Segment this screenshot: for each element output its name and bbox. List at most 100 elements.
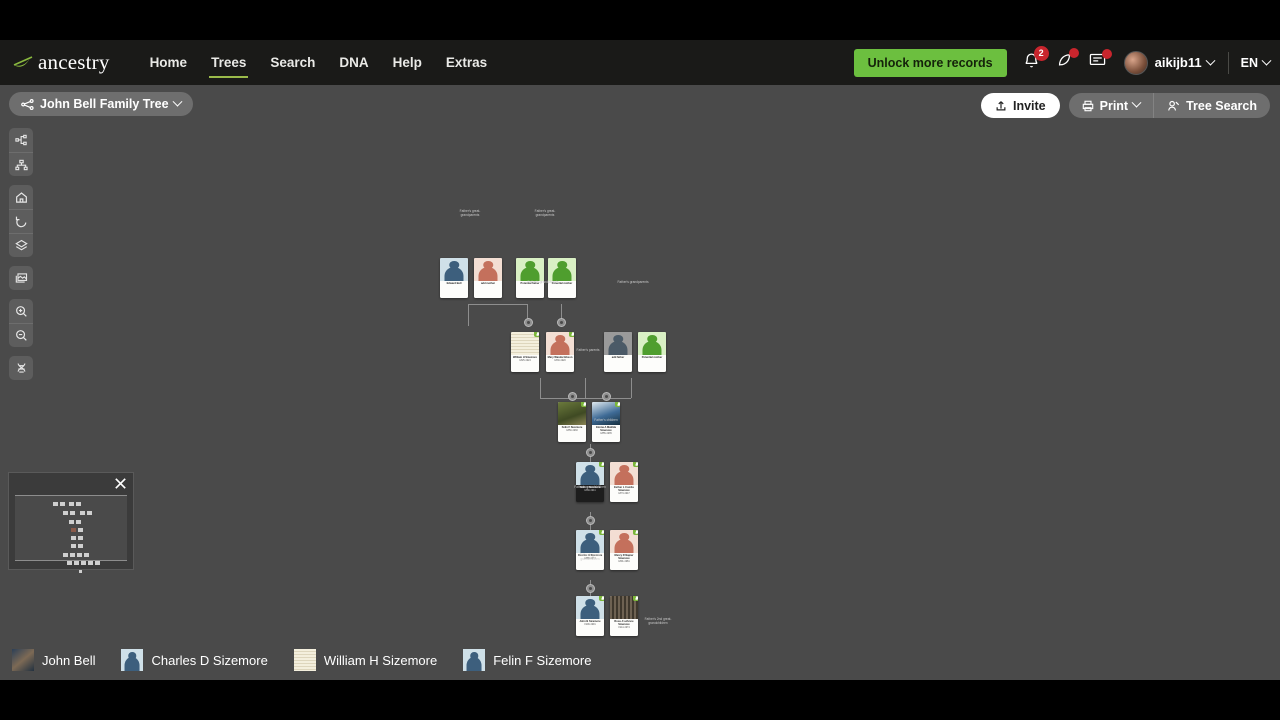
avatar[interactable] bbox=[1123, 50, 1148, 75]
nav-home[interactable]: Home bbox=[138, 40, 200, 85]
person-portrait bbox=[638, 332, 666, 355]
connector-line bbox=[540, 378, 541, 398]
minimap-block bbox=[77, 553, 82, 557]
person-card[interactable]: Potential mother bbox=[638, 332, 666, 372]
nav-search[interactable]: Search bbox=[258, 40, 327, 85]
hints-leaf-button[interactable] bbox=[1056, 47, 1079, 74]
minimap-block bbox=[53, 502, 58, 506]
minimap-block bbox=[71, 544, 76, 548]
ancestry-logo[interactable]: ancestry bbox=[12, 50, 110, 75]
main-nav: Home Trees Search DNA Help Extras bbox=[138, 40, 500, 85]
recent-person-label: Charles D Sizemore bbox=[151, 652, 268, 668]
unlock-more-records-button[interactable]: Unlock more records bbox=[853, 48, 1007, 77]
minimap-header bbox=[9, 473, 133, 495]
person-card[interactable]: John B Sizemore 1909-1991 bbox=[576, 596, 604, 636]
person-card[interactable]: Potential father bbox=[516, 258, 544, 298]
person-card[interactable]: Mercy R Napier Sizemore 1891-1981 bbox=[610, 530, 638, 570]
nav-extras[interactable]: Extras bbox=[434, 40, 499, 85]
nav-trees[interactable]: Trees bbox=[199, 40, 258, 85]
person-portrait bbox=[548, 258, 576, 281]
minimap-block bbox=[95, 561, 100, 565]
notifications-button[interactable]: 2 bbox=[1023, 45, 1049, 74]
person-card[interactable]: add father bbox=[604, 332, 632, 372]
hint-leaf-icon[interactable] bbox=[581, 402, 586, 407]
expand-collapse-node[interactable] bbox=[602, 392, 611, 401]
person-card[interactable]: Esther L Combs Sizemore 1873-1947 bbox=[610, 462, 638, 502]
minimap-block bbox=[67, 561, 72, 565]
recent-person-3[interactable]: Felin F Sizemore bbox=[463, 649, 591, 671]
person-card[interactable]: Charles D Sizemore 1888-1974 bbox=[576, 530, 604, 570]
minimap-block bbox=[63, 511, 68, 515]
person-card[interactable]: add mother bbox=[474, 258, 502, 298]
recent-person-1[interactable]: Charles D Sizemore bbox=[121, 649, 268, 671]
hint-leaf-icon[interactable] bbox=[615, 402, 620, 407]
person-card[interactable]: Rosa J LeFevre Sizemore 1914-1974 bbox=[610, 596, 638, 636]
username-menu[interactable]: aikijb11 bbox=[1154, 55, 1216, 70]
tree-search-label: Tree Search bbox=[1186, 98, 1257, 113]
expand-collapse-node[interactable] bbox=[557, 318, 566, 327]
minimap-block bbox=[71, 536, 76, 540]
username-label: aikijb11 bbox=[1154, 55, 1202, 70]
person-card[interactable]: Felin F Sizemore 1850-1930 bbox=[558, 402, 586, 442]
person-search-icon bbox=[1167, 100, 1180, 112]
expand-collapse-node[interactable] bbox=[586, 448, 595, 457]
invite-label: Invite bbox=[1012, 98, 1046, 113]
minimap-block bbox=[78, 528, 83, 532]
person-card[interactable]: Edward Bell bbox=[440, 258, 468, 298]
person-years: 1909-1991 bbox=[584, 623, 596, 627]
expand-collapse-node[interactable] bbox=[524, 318, 533, 327]
person-name: add mother bbox=[480, 282, 496, 285]
tree-search-button[interactable]: Tree Search bbox=[1153, 93, 1270, 118]
recent-person-2[interactable]: William H Sizemore bbox=[293, 649, 437, 671]
screen: ancestry Home Trees Search DNA Help Extr… bbox=[0, 0, 1280, 720]
nav-dna[interactable]: DNA bbox=[327, 40, 380, 85]
print-label: Print bbox=[1099, 98, 1129, 113]
invite-button[interactable]: Invite bbox=[980, 93, 1060, 118]
person-name: Emma A Matilda Sizemore bbox=[596, 426, 616, 433]
recent-person-0[interactable]: John Bell bbox=[12, 649, 95, 671]
hints-dot-badge bbox=[1068, 47, 1079, 58]
minimap-block bbox=[60, 502, 65, 506]
chevron-down-icon bbox=[1131, 97, 1142, 108]
tree-nodes-icon bbox=[21, 98, 34, 110]
expand-collapse-node[interactable] bbox=[568, 392, 577, 401]
person-years: 1850-1930 bbox=[566, 429, 578, 433]
language-selector[interactable]: EN bbox=[1241, 55, 1272, 70]
person-name: Mercy R Napier Sizemore bbox=[614, 554, 634, 561]
hint-leaf-icon[interactable] bbox=[534, 332, 539, 337]
chevron-down-icon bbox=[1205, 55, 1216, 66]
person-thumbnail bbox=[293, 649, 316, 671]
tree-selector-button[interactable]: John Bell Family Tree bbox=[9, 92, 193, 116]
family-tree-canvas[interactable]: Edward Bell add mother Potential father Pot… bbox=[0, 130, 1280, 680]
hint-leaf-icon[interactable] bbox=[569, 332, 574, 337]
close-icon[interactable] bbox=[113, 476, 128, 491]
nav-right-cluster: Unlock more records 2 aikijb11 EN bbox=[853, 45, 1280, 77]
print-button[interactable]: Print bbox=[1069, 93, 1153, 118]
messages-button[interactable] bbox=[1089, 48, 1112, 73]
minimap-block bbox=[80, 511, 85, 515]
hint-leaf-icon[interactable] bbox=[633, 596, 638, 601]
person-card[interactable]: Mary Wanda Gibson 1830-1920 bbox=[546, 332, 574, 372]
hint-leaf-icon[interactable] bbox=[599, 530, 604, 535]
hint-leaf-icon[interactable] bbox=[599, 596, 604, 601]
person-card[interactable]: Potential mother bbox=[548, 258, 576, 298]
minimap-block bbox=[88, 561, 93, 565]
person-name: Esther L Combs Sizemore bbox=[614, 486, 634, 493]
minimap-block bbox=[70, 553, 75, 557]
person-card[interactable]: William H Sizemore 1825-1924 bbox=[511, 332, 539, 372]
person-name: Potential mother bbox=[641, 356, 663, 359]
person-card[interactable]: Felin F Sizemore 1869-1941 bbox=[576, 462, 604, 502]
person-card[interactable]: Emma A Matilda Sizemore 1855-1935 bbox=[592, 402, 620, 442]
expand-collapse-node[interactable] bbox=[586, 516, 595, 525]
minimap-block bbox=[78, 536, 83, 540]
nav-help[interactable]: Help bbox=[381, 40, 434, 85]
connector-line bbox=[585, 378, 586, 398]
person-thumbnail bbox=[12, 649, 34, 671]
hint-leaf-icon[interactable] bbox=[599, 462, 604, 467]
hint-leaf-icon[interactable] bbox=[633, 462, 638, 467]
expand-collapse-node[interactable] bbox=[586, 584, 595, 593]
minimap-panel[interactable] bbox=[8, 472, 134, 573]
hint-leaf-icon[interactable] bbox=[633, 530, 638, 535]
minimap-viewport[interactable] bbox=[15, 495, 127, 573]
person-thumbnail bbox=[121, 649, 144, 671]
